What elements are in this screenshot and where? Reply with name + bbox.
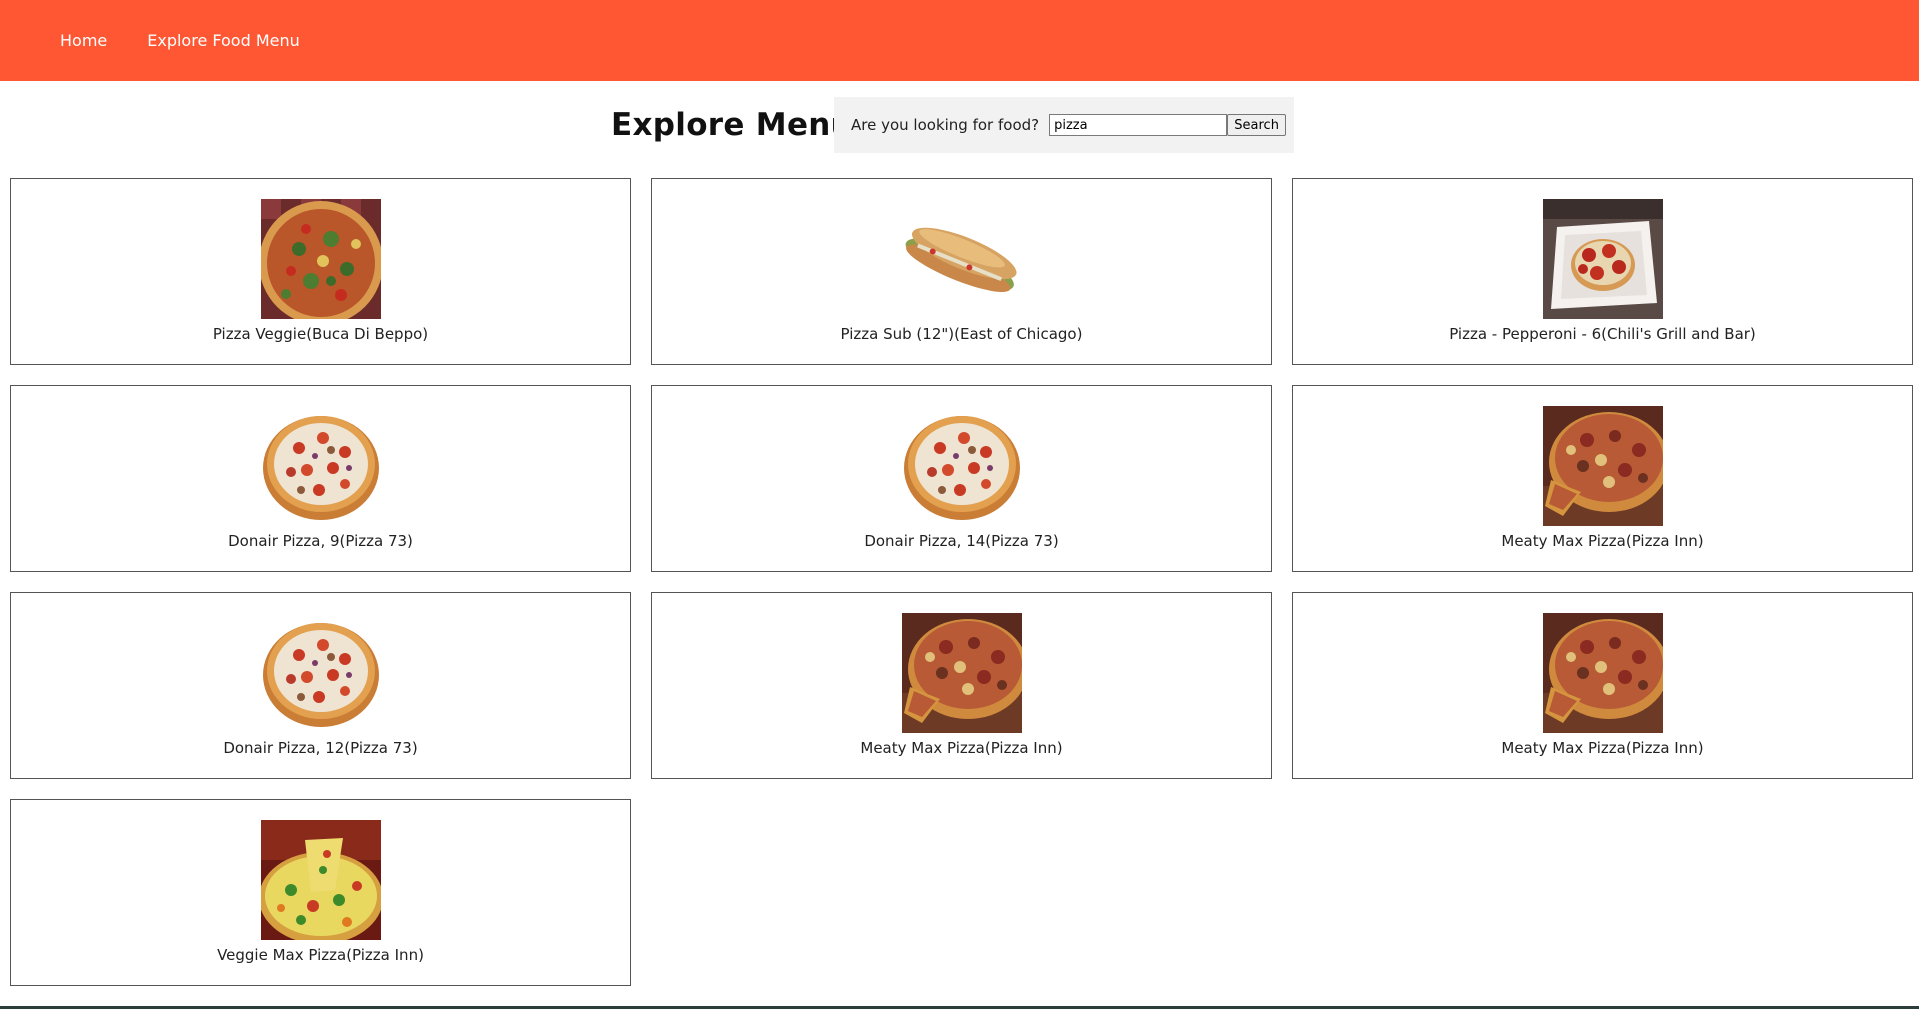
veggie-max-pizza-image	[260, 820, 381, 940]
nav-explore-food-menu-link[interactable]: Explore Food Menu	[147, 31, 300, 50]
food-card-grid: Pizza Veggie(Buca Di Beppo) Pizza Sub (1…	[10, 178, 1913, 986]
nav-home-link[interactable]: Home	[60, 31, 107, 50]
food-card-title: Donair Pizza, 12(Pizza 73)	[223, 739, 418, 757]
sub-sandwich-image	[901, 199, 1022, 319]
food-card[interactable]: Pizza - Pepperoni - 6(Chili's Grill and …	[1292, 178, 1913, 365]
food-card[interactable]: Donair Pizza, 12(Pizza 73)	[10, 592, 631, 779]
search-input[interactable]	[1049, 114, 1228, 136]
food-card-title: Veggie Max Pizza(Pizza Inn)	[217, 946, 424, 964]
food-card[interactable]: Meaty Max Pizza(Pizza Inn)	[651, 592, 1272, 779]
meaty-max-pizza-image	[1542, 613, 1663, 733]
food-card-title: Pizza Veggie(Buca Di Beppo)	[212, 325, 429, 343]
donair-pizza-image	[901, 406, 1022, 526]
food-card[interactable]: Pizza Veggie(Buca Di Beppo)	[10, 178, 631, 365]
food-card-title: Pizza - Pepperoni - 6(Chili's Grill and …	[1449, 325, 1756, 343]
search-box: Are you looking for food? Search	[834, 97, 1294, 153]
food-card-title: Donair Pizza, 14(Pizza 73)	[864, 532, 1059, 550]
page-title: Explore Menu	[611, 107, 854, 143]
top-navbar: Home Explore Food Menu	[0, 0, 1919, 81]
pepperoni-pizza-plate-image	[1542, 199, 1663, 319]
donair-pizza-image	[260, 613, 381, 733]
food-card-title: Meaty Max Pizza(Pizza Inn)	[1501, 739, 1704, 757]
food-card[interactable]: Meaty Max Pizza(Pizza Inn)	[1292, 592, 1913, 779]
search-label: Are you looking for food?	[851, 116, 1040, 134]
donair-pizza-image	[260, 406, 381, 526]
food-card[interactable]: Donair Pizza, 14(Pizza 73)	[651, 385, 1272, 572]
food-card[interactable]: Veggie Max Pizza(Pizza Inn)	[10, 799, 631, 986]
veggie-pizza-image	[260, 199, 381, 319]
heading-row: Explore Menu Are you looking for food? S…	[0, 97, 1919, 153]
meaty-max-pizza-image	[1542, 406, 1663, 526]
meaty-max-pizza-image	[901, 613, 1022, 733]
food-card[interactable]: Meaty Max Pizza(Pizza Inn)	[1292, 385, 1913, 572]
food-card[interactable]: Pizza Sub (12")(East of Chicago)	[651, 178, 1272, 365]
search-button[interactable]: Search	[1227, 114, 1287, 136]
food-card-title: Meaty Max Pizza(Pizza Inn)	[1501, 532, 1704, 550]
food-card-title: Donair Pizza, 9(Pizza 73)	[228, 532, 413, 550]
food-card[interactable]: Donair Pizza, 9(Pizza 73)	[10, 385, 631, 572]
food-card-title: Pizza Sub (12")(East of Chicago)	[840, 325, 1083, 343]
food-card-title: Meaty Max Pizza(Pizza Inn)	[860, 739, 1063, 757]
